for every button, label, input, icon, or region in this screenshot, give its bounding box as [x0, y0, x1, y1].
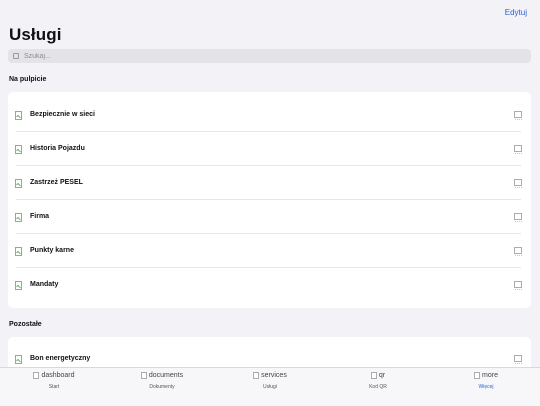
broken-image-icon: [15, 111, 22, 120]
broken-image-icon: [15, 213, 22, 222]
service-item-label: Zastrzeż PESEL: [30, 179, 83, 186]
service-item-firma[interactable]: Firma: [8, 200, 531, 234]
documents-icon-alt: documents: [148, 372, 184, 379]
service-item-label: Bezpiecznie w sieci: [30, 111, 95, 118]
broken-image-icon: [15, 145, 22, 154]
service-item-zastrzez-pesel[interactable]: Zastrzeż PESEL: [8, 166, 531, 200]
service-item-label: Punkty karne: [30, 247, 74, 254]
qr-icon-alt: qr: [378, 372, 386, 379]
tab-more[interactable]: more Więcej: [432, 368, 540, 406]
bottom-tab-bar: dashboard Start documents Dokumenty serv…: [0, 367, 540, 406]
documents-icon: documents: [108, 372, 216, 379]
tab-label: Dokumenty: [149, 384, 175, 390]
chevron-right-icon: [514, 355, 523, 364]
service-item-bezpiecznie-w-sieci[interactable]: Bezpiecznie w sieci: [8, 98, 531, 132]
chevron-right-icon: [514, 145, 523, 154]
more-icon: more: [432, 372, 540, 379]
broken-image-icon: [15, 355, 22, 364]
qr-icon: qr: [324, 372, 432, 379]
dashboard-icon-alt: dashboard: [41, 372, 75, 379]
search-input[interactable]: [24, 52, 504, 60]
more-icon-alt: more: [482, 372, 498, 379]
dashboard-icon: dashboard: [0, 372, 108, 379]
chevron-right-icon: [514, 179, 523, 188]
tab-label: Usługi: [263, 384, 277, 390]
broken-image-icon: [15, 281, 22, 290]
broken-image-icon: [15, 247, 22, 256]
services-icon-alt: services: [261, 372, 287, 379]
section-header-other: Pozostałe: [9, 321, 42, 328]
service-item-punkty-karne[interactable]: Punkty karne: [8, 234, 531, 268]
chevron-right-icon: [514, 213, 523, 222]
service-item-label: Historia Pojazdu: [30, 145, 85, 152]
desktop-services-list: Bezpiecznie w sieci Historia Pojazdu Zas…: [8, 92, 531, 308]
broken-image-icon: [15, 179, 22, 188]
chevron-right-icon: [514, 247, 523, 256]
section-header-desktop: Na pulpicie: [9, 76, 47, 83]
service-item-historia-pojazdu[interactable]: Historia Pojazdu: [8, 132, 531, 166]
tab-documents[interactable]: documents Dokumenty: [108, 368, 216, 406]
page-title: Usługi: [9, 25, 62, 44]
tab-qr-code[interactable]: qr Kod QR: [324, 368, 432, 406]
tab-label: Kod QR: [369, 384, 387, 390]
tab-label: Start: [48, 384, 60, 390]
service-item-label: Mandaty: [30, 281, 59, 288]
chevron-right-icon: [514, 281, 523, 290]
service-item-label: Bon energetyczny: [30, 355, 91, 362]
search-bar[interactable]: [8, 49, 531, 63]
edit-link[interactable]: Edytuj: [505, 8, 527, 17]
chevron-right-icon: [514, 111, 523, 120]
tab-start[interactable]: dashboard Start: [0, 368, 108, 406]
services-icon: services: [216, 372, 324, 379]
service-item-label: Firma: [30, 213, 50, 220]
tab-label: Więcej: [478, 384, 494, 390]
tab-services[interactable]: services Usługi: [216, 368, 324, 406]
service-item-mandaty[interactable]: Mandaty: [8, 268, 531, 302]
search-icon: [13, 53, 19, 59]
